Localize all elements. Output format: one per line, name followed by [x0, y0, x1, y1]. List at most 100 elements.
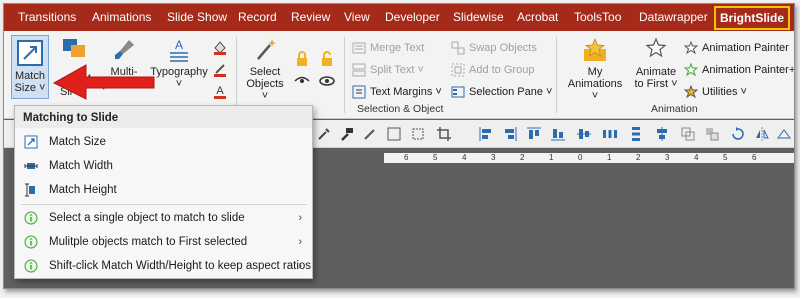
my-animations-button[interactable]: My Animations ˅: [564, 37, 626, 102]
line-color-icon[interactable]: [212, 61, 228, 77]
merge-text-label: Merge Text: [370, 42, 425, 54]
tab-toolstoo[interactable]: ToolsToo: [574, 10, 621, 24]
add-to-group-button[interactable]: Add to Group: [451, 63, 534, 77]
distribute-horizontal-icon[interactable]: [602, 126, 618, 142]
ruler-tick: 1: [607, 153, 612, 162]
hide-eye-icon[interactable]: [294, 75, 310, 87]
tab-animations[interactable]: Animations: [92, 10, 151, 24]
magic-wand-icon: [257, 39, 276, 60]
match-size-icon: [17, 40, 43, 66]
tab-slide-show[interactable]: Slide Show: [167, 10, 227, 24]
ruler-tick: 2: [520, 153, 525, 162]
crop-icon[interactable]: [436, 126, 452, 142]
tab-transitions[interactable]: Transitions: [18, 10, 76, 24]
add-to-group-icon: [451, 63, 465, 77]
menu-info-shift-click[interactable]: Shift-click Match Width/Height to keep a…: [15, 255, 312, 277]
ungroup-icon[interactable]: [704, 126, 720, 142]
ruler-tick: 2: [636, 153, 641, 162]
menu-info-single-object[interactable]: Select a single object to match to slide…: [15, 207, 312, 229]
select-objects-label: Select Objects ˅: [246, 66, 284, 102]
match-size-label: Match Size ˅: [14, 70, 46, 94]
tools-icon[interactable]: [316, 126, 332, 142]
group-separator: [556, 37, 557, 113]
merge-text-button[interactable]: Merge Text: [352, 41, 424, 55]
group-separator: [236, 37, 237, 113]
utilities-label: Utilities ˅: [702, 86, 747, 98]
show-eye-icon[interactable]: [319, 75, 335, 87]
distribute-vertical-icon[interactable]: [628, 126, 644, 142]
swap-objects-button[interactable]: Swap Objects: [451, 41, 537, 55]
animation-painter-plus-button[interactable]: Animation Painter+: [684, 63, 795, 77]
star-outline-icon: [645, 37, 667, 58]
font-color-icon[interactable]: A: [212, 83, 228, 99]
align-bottom-icon[interactable]: [550, 126, 566, 142]
svg-text:A: A: [216, 85, 224, 97]
align-top-icon[interactable]: [526, 126, 542, 142]
tab-review[interactable]: Review: [291, 10, 330, 24]
my-animations-label: My Animations ˅: [567, 66, 623, 102]
typography-icon: A: [170, 38, 188, 62]
group-separator: [344, 37, 345, 113]
info-icon: [23, 234, 39, 250]
menu-item-match-size[interactable]: Match Size: [15, 131, 312, 153]
brush-icon[interactable]: [362, 126, 378, 142]
mirror-icon[interactable]: [776, 126, 792, 142]
chevron-right-icon: ›: [298, 236, 302, 248]
align-right-icon[interactable]: [502, 126, 518, 142]
menu-info-multiple-objects[interactable]: Mulitple objects match to First selected…: [15, 231, 312, 253]
animation-painter-button[interactable]: Animation Painter: [684, 41, 789, 55]
tab-datawrapper[interactable]: Datawrapper: [639, 10, 708, 24]
animate-to-first-button[interactable]: Animate to First ˅: [630, 37, 682, 97]
ruler-tick: 0: [578, 153, 583, 162]
animation-painter-plus-label: Animation Painter+: [702, 64, 795, 76]
menu-item-label: Match Height: [49, 184, 117, 196]
horizontal-ruler: 6 5 4 3 2 1 0 1 2 3 4 5 6: [384, 153, 794, 163]
animate-first-label: Animate to First ˅: [634, 66, 678, 90]
ruler-tick: 3: [491, 153, 496, 162]
tab-slidewise[interactable]: Slidewise: [453, 10, 504, 24]
crop-fit-icon[interactable]: [386, 126, 402, 142]
utilities-button[interactable]: Utilities ˅: [684, 85, 747, 99]
merge-text-icon: [352, 42, 366, 54]
tab-brightslide[interactable]: BrightSlide: [714, 6, 791, 30]
split-text-button[interactable]: Split Text ˅: [352, 63, 424, 77]
menu-item-label: Match Width: [49, 160, 113, 172]
match-width-icon: [23, 158, 39, 174]
align-middle-icon[interactable]: [576, 126, 592, 142]
menu-separator: [21, 204, 307, 205]
tab-developer[interactable]: Developer: [385, 10, 440, 24]
hammer-icon[interactable]: [338, 126, 354, 142]
match-size-button[interactable]: Match Size ˅: [11, 35, 49, 99]
menu-item-label: Match Size: [49, 136, 106, 148]
svg-text:A: A: [175, 38, 183, 52]
animation-painter-label: Animation Painter: [702, 42, 789, 54]
tab-record[interactable]: Record: [238, 10, 277, 24]
group-icon[interactable]: [680, 126, 696, 142]
rotate-icon[interactable]: [730, 126, 746, 142]
menu-item-match-width[interactable]: Match Width: [15, 155, 312, 177]
fill-color-icon[interactable]: [212, 39, 228, 55]
menu-item-match-height[interactable]: Match Height: [15, 179, 312, 201]
align-left-icon[interactable]: [478, 126, 494, 142]
ruler-tick: 6: [404, 153, 409, 162]
slide-match-icon: [63, 39, 85, 57]
lock-icon[interactable]: [295, 51, 309, 67]
swap-objects-label: Swap Objects: [469, 42, 537, 54]
selection-pane-button[interactable]: Selection Pane ˅: [451, 85, 552, 99]
star-folder-icon: [584, 37, 606, 61]
tab-view[interactable]: View: [344, 10, 370, 24]
align-center-icon[interactable]: [654, 126, 670, 142]
ruler-tick: 4: [694, 153, 699, 162]
text-margins-button[interactable]: Text Margins ˅: [352, 85, 442, 99]
menu-item-label: Shift-click Match Width/Height to keep a…: [49, 260, 312, 272]
typography-button[interactable]: A Typography ˅: [150, 37, 208, 97]
animation-painter-icon: [684, 41, 698, 55]
swap-objects-icon: [451, 41, 465, 55]
utilities-icon: [684, 85, 698, 99]
tab-acrobat[interactable]: Acrobat: [517, 10, 558, 24]
selection-pane-icon: [451, 86, 465, 98]
select-objects-button[interactable]: Select Objects ˅: [242, 37, 288, 102]
flip-icon[interactable]: [754, 126, 770, 142]
unlock-icon[interactable]: [320, 51, 334, 67]
crop-fill-icon[interactable]: [410, 126, 426, 142]
